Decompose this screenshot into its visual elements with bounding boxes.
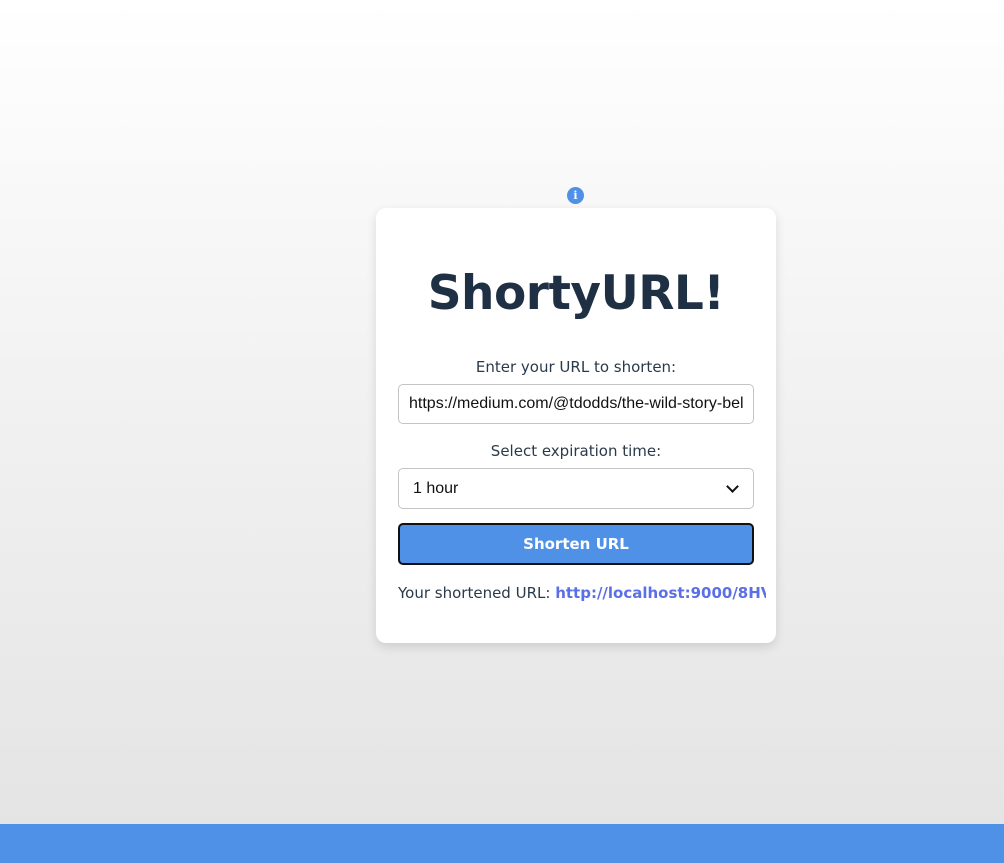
expiration-selected-value: 1 hour <box>413 479 459 497</box>
shortened-url-result: Your shortened URL: http://localhost:900… <box>398 584 766 602</box>
url-input[interactable] <box>398 384 754 424</box>
footer-bar <box>0 824 1004 863</box>
info-icon[interactable]: i <box>567 187 584 204</box>
shortened-url-link[interactable]: http://localhost:9000/8HVRa <box>555 584 766 602</box>
page-title: ShortyURL! <box>427 266 725 321</box>
expiration-select[interactable]: 1 hour <box>398 468 754 509</box>
url-label: Enter your URL to shorten: <box>475 358 677 376</box>
result-prefix: Your shortened URL: <box>398 584 551 602</box>
shorten-url-button[interactable]: Shorten URL <box>398 523 754 565</box>
expiration-label: Select expiration time: <box>490 442 662 460</box>
chevron-down-icon <box>726 480 739 493</box>
shortener-card: ShortyURL! Enter your URL to shorten: Se… <box>376 208 776 643</box>
